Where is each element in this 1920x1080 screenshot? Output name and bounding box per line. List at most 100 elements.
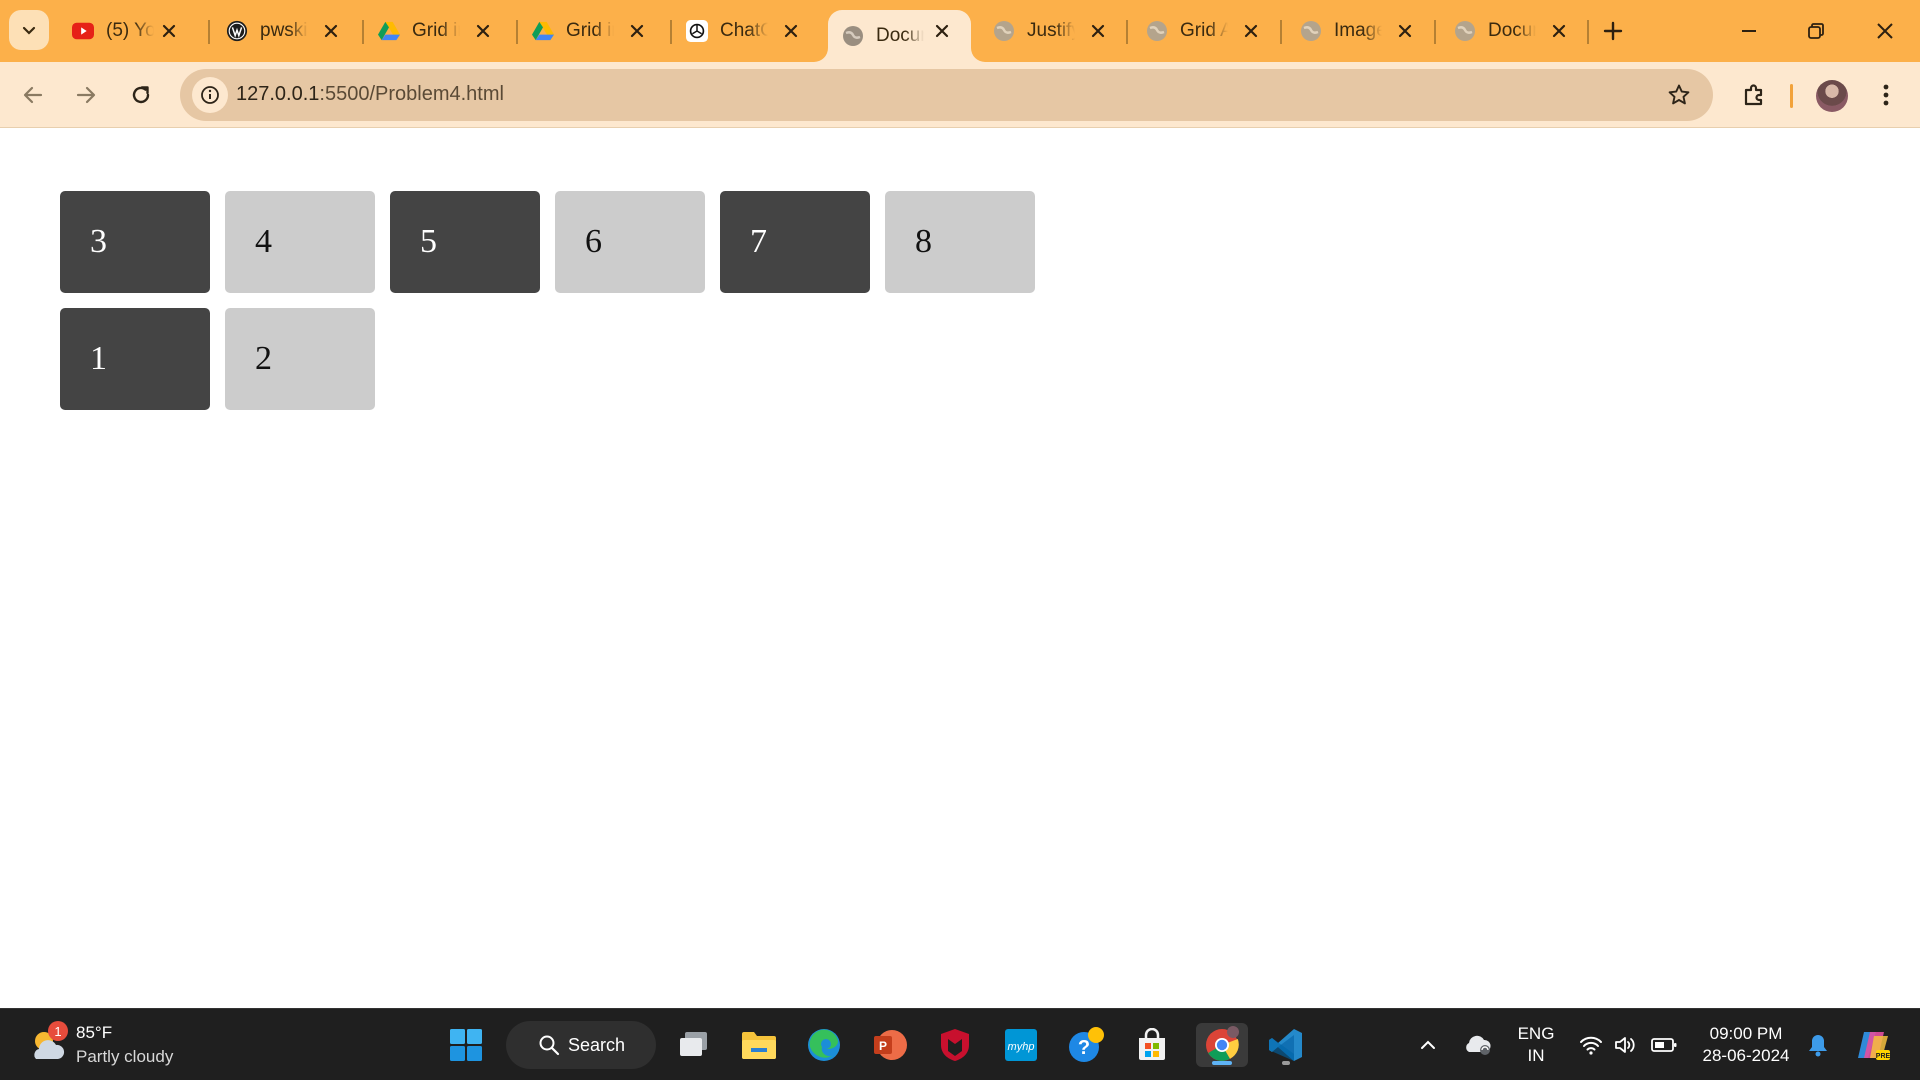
- edge-icon: [808, 1029, 840, 1061]
- close-icon[interactable]: [931, 20, 953, 42]
- copilot-button[interactable]: PRE: [1850, 1023, 1896, 1067]
- tab-youtube[interactable]: (5) YouTube: [58, 10, 198, 52]
- youtube-icon: [72, 20, 94, 42]
- powerpoint-button[interactable]: P: [868, 1023, 912, 1067]
- close-icon[interactable]: [1087, 20, 1109, 42]
- tab-separator: [1587, 20, 1589, 44]
- globe-icon: [993, 20, 1015, 42]
- globe-icon: [1300, 20, 1322, 42]
- tab-grid-2[interactable]: Grid in CSS: [518, 10, 666, 52]
- menu-button[interactable]: [1865, 74, 1907, 116]
- plus-icon: [1603, 21, 1623, 41]
- site-info-button[interactable]: [192, 77, 228, 113]
- google-drive-icon: [532, 20, 554, 42]
- clock-time: 09:00 PM: [1709, 1024, 1783, 1043]
- help-icon: ?: [1069, 1027, 1104, 1062]
- grid-item: 8: [885, 191, 1035, 293]
- weather-condition: Partly cloudy: [76, 1047, 174, 1066]
- tab-document-2[interactable]: Document: [1440, 10, 1588, 52]
- myhp-button[interactable]: myhp: [999, 1023, 1043, 1067]
- grid-item: 5: [390, 191, 540, 293]
- grid-item: 6: [555, 191, 705, 293]
- arrow-left-icon: [23, 86, 43, 104]
- tab-title: Grid Area: [1180, 20, 1228, 41]
- clock-date: 28-06-2024: [1702, 1046, 1790, 1065]
- forward-button[interactable]: [65, 74, 107, 116]
- reload-button[interactable]: [120, 74, 162, 116]
- close-icon[interactable]: [780, 20, 802, 42]
- show-hidden-icons-button[interactable]: [1408, 1023, 1448, 1067]
- file-explorer-button[interactable]: [737, 1023, 781, 1067]
- chrome-button[interactable]: [1196, 1023, 1248, 1067]
- region-code: IN: [1527, 1046, 1545, 1065]
- url-path: :5500/Problem4.html: [319, 83, 504, 105]
- volume-status[interactable]: [1611, 1023, 1641, 1067]
- chevron-down-icon: [22, 26, 36, 35]
- close-window-button[interactable]: [1862, 8, 1908, 54]
- address-bar[interactable]: 127.0.0.1:5500/Problem4.html: [180, 69, 1713, 121]
- get-help-button[interactable]: ?: [1064, 1023, 1108, 1067]
- task-view-icon: [680, 1032, 707, 1056]
- restore-button[interactable]: [1793, 8, 1839, 54]
- tab-image[interactable]: Image: [1286, 10, 1434, 52]
- language-indicator[interactable]: ENG IN: [1506, 1023, 1566, 1067]
- bookmark-star-button[interactable]: [1665, 81, 1693, 109]
- close-icon: [1877, 23, 1893, 39]
- svg-text:P: P: [879, 1039, 887, 1053]
- onedrive-button[interactable]: [1456, 1023, 1500, 1067]
- weather-widget[interactable]: 1 85°F Partly cloudy: [26, 1021, 246, 1069]
- tab-strip: (5) YouTube pwskills Grid in CSS Grid in…: [0, 0, 1920, 62]
- notifications-button[interactable]: [1800, 1023, 1836, 1067]
- tab-separator: [1280, 20, 1282, 44]
- back-button[interactable]: [12, 74, 54, 116]
- minimize-button[interactable]: [1726, 8, 1772, 54]
- tab-grid-1[interactable]: Grid in CSS: [364, 10, 512, 52]
- tab-document-active[interactable]: Document: [828, 10, 971, 62]
- wordpress-icon: [226, 20, 248, 42]
- close-icon[interactable]: [1394, 20, 1416, 42]
- search-icon: [539, 1035, 560, 1056]
- tab-title: pwskills: [260, 20, 308, 41]
- reload-icon: [132, 86, 150, 104]
- extensions-button[interactable]: [1733, 74, 1775, 116]
- puzzle-icon: [1744, 84, 1763, 106]
- url-text[interactable]: 127.0.0.1:5500/Problem4.html: [236, 83, 504, 106]
- microsoft-store-button[interactable]: [1130, 1023, 1174, 1067]
- close-icon[interactable]: [626, 20, 648, 42]
- close-icon[interactable]: [1240, 20, 1262, 42]
- tab-justify[interactable]: Justify: [979, 10, 1127, 52]
- tab-chatgpt[interactable]: ChatGPT: [672, 10, 820, 52]
- tab-grid-area[interactable]: Grid Area: [1132, 10, 1280, 52]
- tab-title: ChatGPT: [720, 20, 768, 41]
- close-icon[interactable]: [472, 20, 494, 42]
- grid-item: 3: [60, 191, 210, 293]
- taskbar-search[interactable]: Search: [506, 1021, 656, 1069]
- toolbar-separator: [1790, 84, 1793, 108]
- search-label: Search: [568, 1034, 626, 1055]
- tab-title: Grid in CSS: [412, 20, 460, 41]
- language-code: ENG: [1517, 1024, 1555, 1043]
- svg-text:PRE: PRE: [1876, 1053, 1891, 1060]
- start-button[interactable]: [444, 1023, 488, 1067]
- close-icon[interactable]: [1548, 20, 1570, 42]
- tab-title: (5) YouTube: [106, 20, 154, 41]
- tab-search-button[interactable]: [9, 10, 49, 50]
- edge-button[interactable]: [802, 1023, 846, 1067]
- clock[interactable]: 09:00 PM 28-06-2024: [1696, 1023, 1796, 1067]
- close-icon[interactable]: [320, 20, 342, 42]
- vscode-button[interactable]: [1264, 1023, 1308, 1067]
- restore-icon: [1808, 23, 1824, 39]
- profile-avatar[interactable]: [1816, 80, 1848, 112]
- battery-status[interactable]: [1647, 1023, 1681, 1067]
- taskbar: 1 85°F Partly cloudy Search P myhp ? ENG…: [0, 1008, 1920, 1080]
- task-view-button[interactable]: [672, 1023, 716, 1067]
- chrome-icon: [1206, 1026, 1239, 1061]
- new-tab-button[interactable]: [1590, 8, 1636, 54]
- tab-title: Document: [876, 25, 924, 46]
- tab-pwskills[interactable]: pwskills: [212, 10, 360, 52]
- notification-badge: 1: [48, 1021, 68, 1041]
- mcafee-button[interactable]: [933, 1023, 977, 1067]
- kebab-menu-icon: [1883, 84, 1889, 106]
- close-icon[interactable]: [158, 20, 180, 42]
- wifi-status[interactable]: [1576, 1023, 1606, 1067]
